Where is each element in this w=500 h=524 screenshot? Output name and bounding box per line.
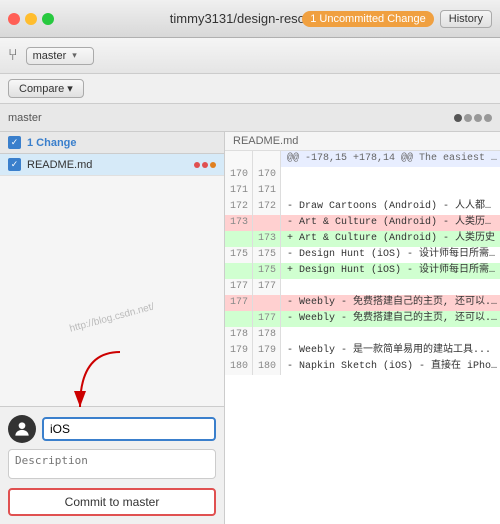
right-panel: README.md @@ -178,15 +178,14 @@ The easi…	[225, 132, 500, 524]
compare-label: Compare	[19, 83, 64, 95]
commit-button[interactable]: Commit to master	[8, 488, 216, 516]
commit-area: Commit to master	[0, 406, 224, 524]
branch-label: master	[8, 112, 42, 124]
branch-selector[interactable]: master	[26, 47, 94, 65]
summary-input-wrapper	[8, 415, 216, 443]
diff-code: @@ -178,15 +178,14 @@ The easiest wa...	[281, 151, 500, 167]
close-button[interactable]	[8, 13, 20, 25]
diff-line-new	[253, 151, 281, 167]
branch-label-row: master	[0, 104, 500, 132]
compare-button[interactable]: Compare ▾	[8, 79, 84, 98]
file-name: README.md	[27, 159, 188, 171]
diff-row-meta: @@ -178,15 +178,14 @@ The easiest wa...	[225, 151, 500, 167]
sub-toolbar: Compare ▾	[0, 74, 500, 104]
left-panel: ✓ 1 Change ✓ README.md http://blog.csdn.…	[0, 132, 225, 524]
description-textarea[interactable]	[8, 449, 216, 479]
maximize-button[interactable]	[42, 13, 54, 25]
toolbar: ⑂ master	[0, 38, 500, 74]
watermark-text: http://blog.csdn.net/	[68, 301, 155, 334]
uncommitted-badge: 1 Uncommitted Change	[302, 11, 434, 27]
file-status-dots	[194, 162, 216, 168]
diff-content[interactable]: @@ -178,15 +178,14 @@ The easiest wa... …	[225, 151, 500, 524]
changes-count: 1 Change	[27, 137, 77, 149]
avatar	[8, 415, 36, 443]
branch-icon: ⑂	[8, 47, 18, 65]
watermark: http://blog.csdn.net/	[0, 280, 224, 406]
summary-input[interactable]	[42, 417, 216, 441]
branch-progress	[454, 114, 492, 122]
file-item: ✓ README.md	[0, 154, 224, 176]
traffic-lights	[8, 13, 54, 25]
branch-name: master	[33, 50, 67, 62]
title-bar: timmy3131/design-resource 1 Uncommitted …	[0, 0, 500, 38]
file-checkbox[interactable]: ✓	[8, 158, 21, 171]
compare-chevron-icon: ▾	[67, 82, 73, 95]
file-list: ✓ README.md	[0, 154, 224, 280]
main-content: ✓ 1 Change ✓ README.md http://blog.csdn.…	[0, 132, 500, 524]
diff-line-old	[225, 151, 253, 167]
minimize-button[interactable]	[25, 13, 37, 25]
select-all-checkbox[interactable]: ✓	[8, 136, 21, 149]
title-bar-right: 1 Uncommitted Change History	[302, 10, 492, 28]
changes-header: ✓ 1 Change	[0, 132, 224, 154]
diff-header: README.md	[225, 132, 500, 151]
history-button[interactable]: History	[440, 10, 492, 28]
